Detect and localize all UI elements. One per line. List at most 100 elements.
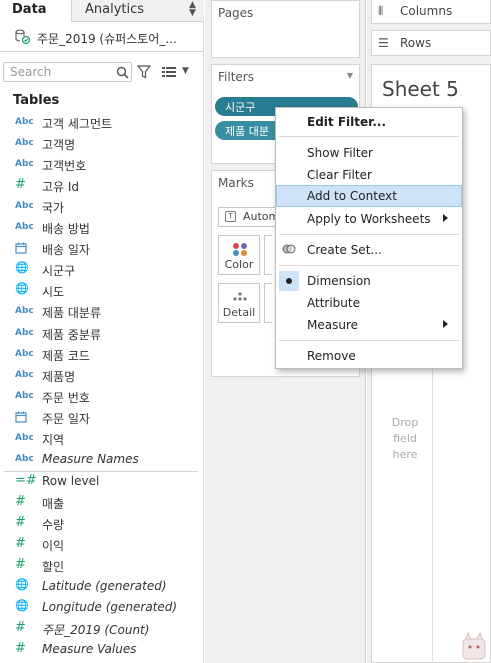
field-item[interactable]: Abc 고객 세그먼트 bbox=[0, 113, 200, 134]
menu-item-edit-filter[interactable]: Edit Filter... bbox=[276, 111, 462, 133]
globe-icon: 🌐 bbox=[15, 282, 29, 296]
dimension-string-icon: Abc bbox=[15, 327, 34, 338]
field-name: 고유 Id bbox=[42, 180, 80, 195]
tooltip-button[interactable] bbox=[264, 283, 272, 323]
menu-separator bbox=[279, 234, 459, 235]
field-name: 제품명 bbox=[42, 369, 76, 384]
field-item[interactable]: # 주문_2019 (Count) bbox=[0, 619, 200, 640]
field-item[interactable]: 주문 일자 bbox=[0, 408, 200, 429]
field-name: Measure Names bbox=[42, 451, 139, 466]
menu-separator bbox=[279, 340, 459, 341]
field-item[interactable]: =# Row level bbox=[0, 472, 200, 493]
detail-button[interactable]: Detail bbox=[218, 283, 260, 323]
measure-icon: # bbox=[15, 641, 26, 657]
dimension-string-icon: Abc bbox=[15, 348, 34, 359]
dimension-string-icon: Abc bbox=[15, 159, 34, 170]
chevron-down-icon[interactable]: ▼ bbox=[347, 71, 353, 80]
measure-icon: # bbox=[15, 536, 26, 551]
size-button[interactable] bbox=[264, 235, 272, 275]
dimension-string-icon: Abc bbox=[15, 390, 34, 401]
submenu-arrow-icon bbox=[443, 214, 448, 222]
filter-icon[interactable] bbox=[137, 65, 151, 79]
field-item[interactable]: Abc 배송 방법 bbox=[0, 218, 200, 239]
pages-card[interactable]: Pages bbox=[211, 0, 360, 58]
field-name: 국가 bbox=[42, 201, 65, 216]
columns-label: Columns bbox=[400, 4, 453, 18]
rows-shelf[interactable]: ☰ Rows bbox=[371, 30, 491, 56]
field-name: Longitude (generated) bbox=[42, 600, 178, 615]
field-item[interactable]: # 수량 bbox=[0, 514, 200, 535]
dimension-string-icon: Abc bbox=[15, 306, 34, 317]
field-name: 고객번호 bbox=[42, 159, 87, 174]
field-item[interactable]: Abc 제품 코드 bbox=[0, 345, 200, 366]
tab-analytics[interactable]: Analytics bbox=[85, 2, 144, 17]
calendar-icon bbox=[15, 242, 35, 257]
field-item[interactable]: 🌐 시도 bbox=[0, 281, 200, 302]
field-name: 주문 일자 bbox=[42, 411, 90, 426]
menu-item-dimension[interactable]: Dimension bbox=[276, 270, 462, 292]
field-name: 제품 중분류 bbox=[42, 327, 102, 342]
color-icon bbox=[233, 243, 247, 256]
field-name: Latitude (generated) bbox=[42, 579, 167, 594]
dimension-string-icon: Abc bbox=[15, 453, 34, 464]
field-item[interactable]: Abc 고객명 bbox=[0, 134, 200, 155]
field-item[interactable]: # 할인 bbox=[0, 556, 200, 577]
search-icon[interactable] bbox=[116, 66, 129, 79]
menu-item-attribute[interactable]: Attribute bbox=[276, 292, 462, 314]
field-name: 할인 bbox=[42, 560, 65, 575]
tables-heading: Tables bbox=[13, 93, 60, 108]
drop-field-hint: Drop field here bbox=[391, 416, 419, 461]
mascot-icon bbox=[462, 631, 486, 660]
pane-tabs: Data Analytics ▲ ▼ bbox=[0, 0, 204, 22]
field-item[interactable]: Abc 제품 중분류 bbox=[0, 324, 200, 345]
color-label: Color bbox=[224, 258, 254, 271]
field-item[interactable]: # 이익 bbox=[0, 535, 200, 556]
datasource-icon bbox=[15, 29, 31, 45]
field-item[interactable]: Abc Measure Names bbox=[0, 450, 200, 471]
field-name: 고객명 bbox=[42, 138, 76, 153]
field-name: 시도 bbox=[42, 285, 65, 300]
globe-icon: 🌐 bbox=[15, 599, 29, 613]
view-options-icon[interactable] bbox=[162, 67, 176, 77]
field-name: 고객 세그먼트 bbox=[42, 117, 113, 131]
search-input[interactable] bbox=[4, 63, 108, 81]
menu-item-clear-filter[interactable]: Clear Filter bbox=[276, 164, 462, 186]
color-button[interactable]: Color bbox=[218, 235, 260, 275]
dimension-string-icon: Abc bbox=[15, 222, 34, 233]
field-item[interactable]: # 매출 bbox=[0, 493, 200, 514]
field-item[interactable]: 🌐 Longitude (generated) bbox=[0, 598, 200, 619]
menu-item-remove[interactable]: Remove bbox=[276, 345, 462, 367]
field-name: 시군구 bbox=[42, 264, 76, 279]
marks-card-title: Marks bbox=[218, 176, 254, 190]
measure-icon: # bbox=[15, 620, 26, 636]
datasource-name: 주문_2019 (슈퍼스토어_... bbox=[37, 32, 177, 46]
datasource-row[interactable]: 주문_2019 (슈퍼스토어_... bbox=[0, 24, 204, 52]
field-item[interactable]: Abc 국가 bbox=[0, 197, 200, 218]
menu-separator bbox=[279, 136, 459, 137]
sheet-title[interactable]: Sheet 5 bbox=[382, 77, 459, 101]
field-name: Row level bbox=[42, 473, 100, 488]
field-item[interactable]: Abc 주문 번호 bbox=[0, 387, 200, 408]
chevron-down-icon[interactable]: ▼ bbox=[182, 66, 189, 76]
field-item[interactable]: 🌐 시군구 bbox=[0, 260, 200, 281]
tab-scroll-arrows-icon[interactable]: ▲ ▼ bbox=[189, 1, 196, 18]
data-pane: Data Analytics ▲▼ 주문_2019 (슈퍼스토어_... ▼ T… bbox=[0, 0, 204, 663]
detail-icon bbox=[233, 292, 247, 301]
globe-icon: 🌐 bbox=[15, 261, 29, 275]
field-item[interactable]: # Measure Values bbox=[0, 640, 200, 661]
menu-item-apply-to-worksheets[interactable]: Apply to Worksheets bbox=[276, 208, 462, 230]
field-item[interactable]: 🌐 Latitude (generated) bbox=[0, 577, 200, 598]
field-item[interactable]: 배송 일자 bbox=[0, 239, 200, 260]
menu-item-measure[interactable]: Measure bbox=[276, 314, 462, 336]
menu-item-show-filter[interactable]: Show Filter bbox=[276, 142, 462, 164]
dimension-string-icon: Abc bbox=[15, 117, 34, 127]
field-item[interactable]: Abc 제품 대분류 bbox=[0, 302, 200, 323]
field-item[interactable]: Abc 지역 bbox=[0, 429, 200, 450]
columns-shelf[interactable]: ⦀ Columns bbox=[371, 0, 491, 24]
menu-item-create-set[interactable]: Create Set... bbox=[276, 239, 462, 261]
field-item[interactable]: Abc 제품명 bbox=[0, 366, 200, 387]
menu-item-add-to-context[interactable]: Add to Context bbox=[276, 185, 462, 207]
field-item[interactable]: Abc 고객번호 bbox=[0, 155, 200, 176]
tab-data[interactable]: Data bbox=[0, 0, 72, 22]
field-item[interactable]: # 고유 Id bbox=[0, 176, 200, 197]
